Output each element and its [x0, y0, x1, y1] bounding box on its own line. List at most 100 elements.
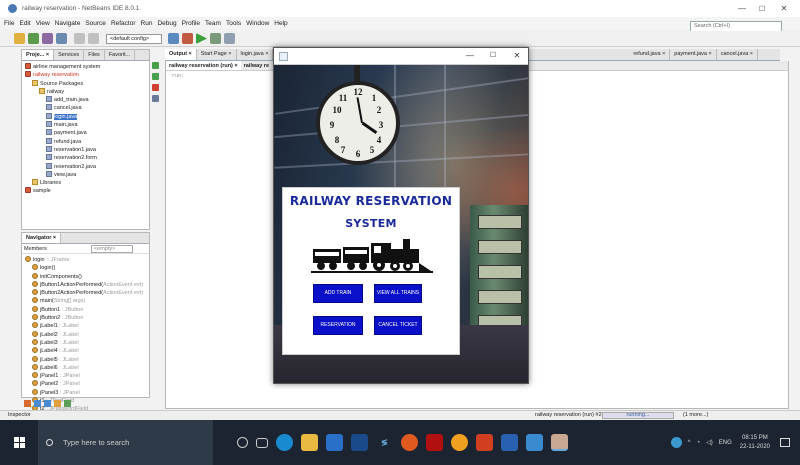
tab-projects-1[interactable]: Services	[54, 50, 85, 60]
navigator-item[interactable]: initComponents()	[25, 272, 149, 281]
run-icon[interactable]	[196, 33, 207, 44]
tab-run-output-2[interactable]: railway re	[241, 61, 272, 70]
tab-start-page[interactable]: Start Page ×	[197, 49, 237, 60]
navigator-item[interactable]: jLabel5 : JLabel	[25, 355, 149, 364]
tray-chevron-icon[interactable]: ^	[688, 440, 691, 446]
tab-refund-java[interactable]: refund.java ×	[629, 49, 671, 60]
vscode-icon[interactable]: ≶	[376, 434, 393, 451]
menu-refactor[interactable]: Refactor	[111, 20, 136, 27]
tree-node[interactable]: reservation2.form	[25, 154, 149, 162]
task-view-icon[interactable]	[256, 437, 268, 448]
cancel-ticket-button[interactable]: CANCEL TICKET	[374, 316, 422, 335]
tab-navigator[interactable]: Navigator ×	[22, 233, 62, 243]
tab-projects-2[interactable]: Files	[84, 50, 105, 60]
menu-view[interactable]: View	[36, 20, 50, 27]
new-file-icon[interactable]	[28, 33, 39, 44]
menu-profile[interactable]: Profile	[182, 20, 200, 27]
menu-edit[interactable]: Edit	[19, 20, 30, 27]
clean-build-icon[interactable]	[182, 33, 193, 44]
status-more[interactable]: (1 more...)	[683, 411, 708, 420]
menu-source[interactable]: Source	[85, 20, 106, 27]
word-icon[interactable]	[501, 434, 518, 451]
tree-node[interactable]: main.java	[25, 121, 149, 129]
undo-icon[interactable]	[74, 33, 85, 44]
store-icon[interactable]	[526, 434, 543, 451]
tab-cancel-java[interactable]: cancel.java ×	[717, 49, 758, 60]
menu-run[interactable]: Run	[141, 20, 153, 27]
tree-node[interactable]: view.java	[25, 170, 149, 179]
inherited-icon[interactable]	[54, 400, 61, 407]
navigator-item[interactable]: jButton1 : JButton	[25, 305, 149, 314]
navigator-item[interactable]: jLabel3 : JLabel	[25, 338, 149, 347]
debug-icon[interactable]	[210, 33, 221, 44]
redo-icon[interactable]	[88, 33, 99, 44]
menu-debug[interactable]: Debug	[157, 20, 176, 27]
java-app-icon[interactable]	[551, 434, 568, 451]
save-all-icon[interactable]	[56, 33, 67, 44]
jframe-minimize-icon[interactable]: —	[464, 51, 476, 60]
build-icon[interactable]	[168, 33, 179, 44]
navigator-item[interactable]: jButton2ActionPerformed(ActionEvent evt)	[25, 289, 149, 297]
navigator-item[interactable]: jLabel6 : JLabel	[25, 363, 149, 372]
tab-output[interactable]: Output ×	[165, 49, 197, 60]
navigator-item[interactable]: jLabel2 : JLabel	[25, 330, 149, 339]
tree-node[interactable]: cancel.java	[25, 104, 149, 112]
tab-login-java[interactable]: login.java ×	[237, 49, 274, 60]
volume-icon[interactable]: ◁)	[706, 439, 713, 446]
menu-navigate[interactable]: Navigate	[55, 20, 81, 27]
notification-icon[interactable]	[780, 438, 790, 447]
jframe-maximize-icon[interactable]: ☐	[487, 51, 499, 59]
new-project-icon[interactable]	[14, 33, 25, 44]
tree-node[interactable]: sample	[25, 187, 149, 195]
chrome-icon[interactable]	[401, 434, 418, 451]
menu-tools[interactable]: Tools	[226, 20, 241, 27]
stop-icon[interactable]	[152, 84, 159, 91]
tree-node[interactable]: railway reservation	[25, 71, 149, 79]
tree-node[interactable]: Libraries	[25, 179, 149, 187]
add-train-button[interactable]: ADD TRAIN	[313, 284, 363, 303]
tree-node[interactable]: reservation1.java	[25, 145, 149, 154]
settings-icon[interactable]	[152, 95, 159, 102]
start-button[interactable]	[0, 420, 38, 465]
navigator-item[interactable]: login()	[25, 264, 149, 272]
fields-icon[interactable]	[44, 400, 51, 407]
tree-node[interactable]: railway	[25, 87, 149, 96]
rerun-options-icon[interactable]	[152, 73, 159, 80]
navigator-item[interactable]: jLabel4 : JLabel	[25, 347, 149, 355]
tree-node[interactable]: payment.java	[25, 129, 149, 137]
firefox-icon[interactable]	[451, 434, 468, 451]
taskbar-search[interactable]: Type here to search	[38, 420, 213, 465]
tree-node[interactable]: refund.java	[25, 137, 149, 146]
tab-projects-3[interactable]: Favorit...	[105, 50, 136, 60]
clock[interactable]: 08:15 PM 22-11-2020	[740, 434, 770, 452]
edge-icon[interactable]	[276, 434, 293, 451]
members-filter-select[interactable]: <empty>	[90, 244, 133, 253]
view-all-trains-button[interactable]: VIEW ALL TRAINS	[374, 284, 422, 303]
tree-node[interactable]: add_train.java	[25, 96, 149, 104]
navigator-item[interactable]: main(String[] args)	[25, 297, 149, 305]
tree-node[interactable]: Source Packages	[25, 79, 149, 88]
navigator-item[interactable]: jPanel2 : JPanel	[25, 380, 149, 388]
menu-team[interactable]: Team	[205, 20, 221, 27]
file-explorer-icon[interactable]	[301, 434, 318, 451]
tab-payment-java[interactable]: payment.java ×	[670, 49, 717, 60]
jframe-close-icon[interactable]: ✕	[511, 51, 523, 60]
cortana-icon[interactable]	[237, 437, 248, 448]
tree-node[interactable]: login.java	[25, 112, 149, 121]
tree-node[interactable]: reservation2.java	[25, 162, 149, 171]
navigator-item[interactable]: jPanel1 : JPanel	[25, 372, 149, 380]
navigator-item[interactable]: login :: JFrame	[25, 256, 149, 264]
navigator-item[interactable]: jButton2 : JButton	[25, 314, 149, 322]
tab-run-output[interactable]: railway reservation (run) ×	[166, 61, 241, 70]
tab-projects-0[interactable]: Proje... ×	[22, 50, 55, 60]
navigator-item[interactable]: jButton1ActionPerformed(ActionEvent evt)	[25, 280, 149, 289]
close-icon[interactable]: ✕	[770, 0, 798, 17]
static-icon[interactable]	[64, 400, 71, 407]
navigator-item[interactable]: jPanel3 : JPanel	[25, 388, 149, 397]
filter-icon[interactable]	[24, 400, 31, 407]
navigator-item[interactable]: jLabel1 : JLabel	[25, 322, 149, 330]
rerun-icon[interactable]	[152, 62, 159, 69]
netbeans-task-icon[interactable]	[476, 434, 493, 451]
netflix-icon[interactable]	[426, 434, 443, 451]
menu-file[interactable]: File	[4, 20, 14, 27]
